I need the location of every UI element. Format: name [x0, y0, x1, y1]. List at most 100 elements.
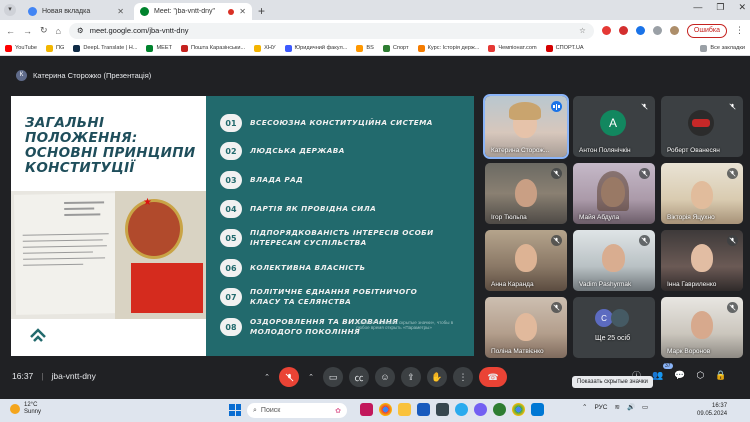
- taskbar-clock[interactable]: 16:37 09.05.2024: [697, 402, 727, 418]
- participant-tile[interactable]: Поліна Матвієнко: [485, 297, 567, 358]
- presentation-slide[interactable]: ЗАГАЛЬНІ ПОЛОЖЕННЯ: ОСНОВНІ ПРИНЦИПИ КОН…: [11, 96, 474, 356]
- participant-avatar: [611, 309, 629, 327]
- chrome-active-icon[interactable]: [512, 403, 525, 416]
- menu-icon[interactable]: ⋮: [735, 25, 744, 36]
- xbox-icon[interactable]: [493, 403, 506, 416]
- profile-avatar[interactable]: [669, 26, 679, 35]
- participant-name: Вікторія Яцухно: [667, 214, 715, 221]
- participant-tile[interactable]: Вікторія Яцухно: [661, 163, 743, 224]
- chrome-icon[interactable]: [379, 403, 392, 416]
- championat-icon: [488, 44, 496, 52]
- maximize-icon[interactable]: ❐: [716, 2, 724, 13]
- camera-toggle-button[interactable]: ▭: [323, 367, 343, 387]
- bookmark-item[interactable]: DeepL Translate | Н...: [73, 44, 137, 52]
- mic-toggle-button[interactable]: [279, 367, 299, 387]
- bookmark-item[interactable]: ХНУ: [254, 44, 276, 52]
- participant-tile[interactable]: Майя Абдула: [573, 163, 655, 224]
- participant-tile[interactable]: Марк Воронов: [661, 297, 743, 358]
- forward-icon[interactable]: →: [23, 26, 32, 36]
- volume-icon[interactable]: 🔊: [627, 403, 635, 411]
- extension-icon[interactable]: [618, 26, 628, 35]
- folder-icon: [700, 44, 708, 52]
- captions-button[interactable]: ㏄: [349, 367, 369, 387]
- language-indicator[interactable]: РУС: [594, 404, 607, 411]
- chevron-up-icon[interactable]: ⌃: [261, 367, 273, 387]
- minimize-icon[interactable]: —: [693, 2, 702, 13]
- all-bookmarks[interactable]: Все закладки: [700, 44, 745, 52]
- close-window-icon[interactable]: ✕: [738, 2, 746, 13]
- bookmark-item[interactable]: ПG: [45, 44, 64, 52]
- windows-taskbar: 12°C Sunny ⌕ Поиск ✿ ⌃ РУС ≋ 🔊 ▭ 16:37 0…: [0, 399, 750, 422]
- word-icon[interactable]: [417, 403, 430, 416]
- site-info-icon[interactable]: ⚙: [77, 26, 84, 35]
- bookmark-item[interactable]: Юридичний факул...: [284, 44, 347, 52]
- chat-icon[interactable]: 💬: [674, 370, 685, 381]
- address-bar[interactable]: ⚙ meet.google.com/jba-vntt-dny ☆: [68, 22, 594, 39]
- windows-start-icon[interactable]: [229, 404, 241, 416]
- wifi-icon[interactable]: ≋: [614, 403, 619, 411]
- back-icon[interactable]: ←: [6, 26, 15, 36]
- weather-condition: Sunny: [24, 409, 42, 415]
- participant-name: Ігор Тюльпа: [491, 214, 527, 221]
- extension-icon[interactable]: [601, 26, 611, 35]
- extensions-puzzle-icon[interactable]: [652, 26, 662, 35]
- participant-tile[interactable]: С Ще 25 осіб: [573, 297, 655, 358]
- bookmark-item[interactable]: MEET: [146, 44, 172, 52]
- file-explorer-icon[interactable]: [398, 403, 411, 416]
- bookmark-star-icon[interactable]: ☆: [579, 26, 586, 35]
- principle-text: ПОЛІТИЧНЕ ЄДНАННЯ РОБІТНИЧОГО КЛАСУ ТА С…: [250, 287, 418, 306]
- participant-tile[interactable]: Ігор Тюльпа: [485, 163, 567, 224]
- bookmark-item[interactable]: СПОРТ.UA: [545, 44, 584, 52]
- bookmark-item[interactable]: YouTube: [5, 44, 37, 52]
- people-icon[interactable]: 👥: [652, 370, 663, 381]
- activities-icon[interactable]: ⬡: [696, 370, 704, 381]
- show-hidden-icons-chevron[interactable]: ⌃: [582, 403, 587, 411]
- participant-tile[interactable]: A Антон Полянічкін: [573, 96, 655, 157]
- participant-tile[interactable]: Vadim Pashyrmak: [573, 230, 655, 291]
- tab-meet[interactable]: Meet: "jba-vntt-dny" ✕: [134, 3, 252, 20]
- telegram-icon[interactable]: [455, 403, 468, 416]
- emoji-button[interactable]: ☺: [375, 367, 395, 387]
- error-button[interactable]: Ошибка: [686, 23, 727, 38]
- bookmark-item[interactable]: Спорт: [382, 44, 409, 52]
- hang-up-button[interactable]: ☎: [479, 367, 507, 387]
- bookmark-item[interactable]: Пошта Каразінськи...: [181, 44, 245, 52]
- more-options-button[interactable]: ⋮: [453, 367, 473, 387]
- mic-off-icon: [551, 235, 562, 246]
- tooltip: Показать скрытые значки: [572, 376, 653, 388]
- reload-icon[interactable]: ↻: [40, 25, 48, 36]
- law-faculty-icon: [284, 44, 292, 52]
- tab-new[interactable]: Новая вкладка ✕: [22, 3, 130, 20]
- chevron-up-icon[interactable]: ⌃: [305, 367, 317, 387]
- principle-text: ПІДПОРЯДКОВАНІСТЬ ІНТЕРЕСІВ ОСОБИ ІНТЕРЕ…: [250, 228, 434, 247]
- weather-widget[interactable]: 12°C Sunny: [10, 402, 41, 416]
- host-controls-icon[interactable]: 🔒: [715, 370, 726, 381]
- close-tab-icon[interactable]: ✕: [117, 7, 124, 16]
- taskbar-search[interactable]: ⌕ Поиск ✿: [247, 403, 347, 418]
- bookmark-item[interactable]: Курс: Історія держ...: [417, 44, 479, 52]
- meet-icon: [146, 44, 154, 52]
- raise-hand-button[interactable]: ✋: [427, 367, 447, 387]
- principle-item: 07 ПОЛІТИЧНЕ ЄДНАННЯ РОБІТНИЧОГО КЛАСУ Т…: [220, 287, 450, 307]
- extension-icon[interactable]: [635, 26, 645, 35]
- widgets-icon[interactable]: [360, 403, 373, 416]
- viber-icon[interactable]: [474, 403, 487, 416]
- tab-search-icon[interactable]: ▾: [4, 4, 16, 16]
- bookmark-item[interactable]: Чемпіонат.com: [488, 44, 537, 52]
- participant-name: Поліна Матвієнко: [491, 348, 544, 355]
- participant-tile[interactable]: Інна Гавриленко: [661, 230, 743, 291]
- speaking-indicator-icon: [551, 101, 562, 112]
- battery-icon[interactable]: ▭: [642, 403, 648, 411]
- close-tab-icon[interactable]: ✕: [239, 7, 246, 16]
- deepl-icon: [73, 44, 81, 52]
- home-icon[interactable]: ⌂: [56, 26, 61, 36]
- participant-tile[interactable]: Катерина Сторож...: [483, 94, 569, 159]
- present-screen-button[interactable]: ⇪: [401, 367, 421, 387]
- bookmark-item[interactable]: BS: [356, 44, 374, 52]
- doc-line: [22, 251, 93, 254]
- store-icon[interactable]: [531, 403, 544, 416]
- app-icon[interactable]: [436, 403, 449, 416]
- new-tab-button[interactable]: +: [258, 4, 265, 18]
- participant-tile[interactable]: Анна Каранда: [485, 230, 567, 291]
- participant-tile[interactable]: Роберт Ованесян: [661, 96, 743, 157]
